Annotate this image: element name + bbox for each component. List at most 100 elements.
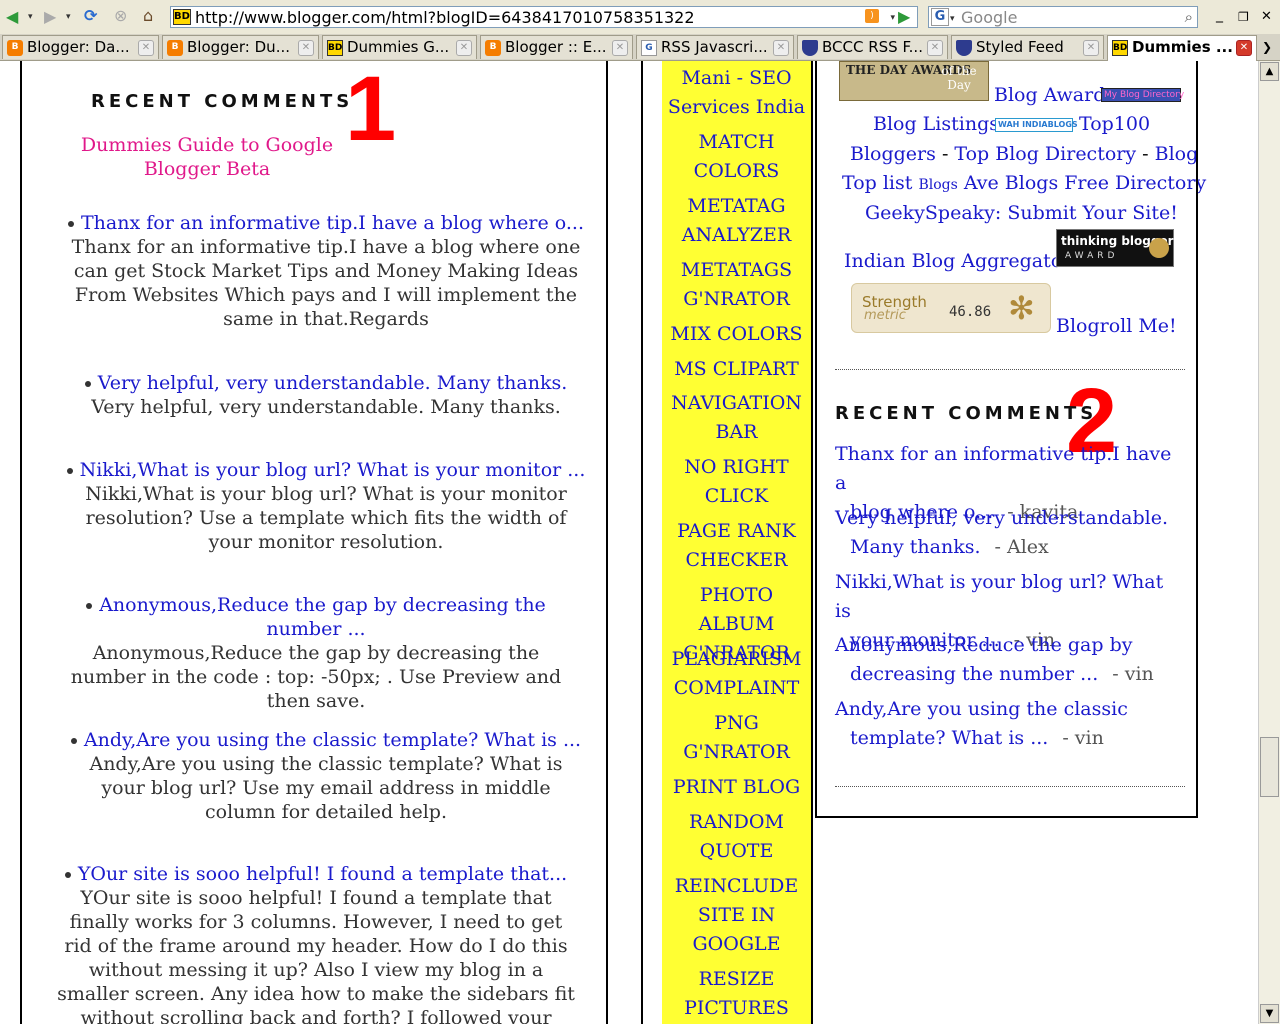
geekyspeaky-link[interactable]: GeekySpeaky: Submit Your Site! [865,199,1178,228]
indiablogs-badge[interactable]: WAH INDIABLOGS [995,118,1078,132]
reload-icon[interactable]: ⟳ [84,7,97,25]
scroll-down-button[interactable]: ▼ [1260,1004,1279,1023]
comment-link[interactable]: Very helpful, very understandable. Many … [98,372,568,394]
sidebar-link-text: METATAGS [680,259,793,281]
comment-link[interactable]: Thanx for an informative tip.I have a bl… [81,212,584,234]
url-text[interactable]: http://www.blogger.com/html?blogID=64384… [195,8,695,28]
blog-listings-link[interactable]: Blog Listings [873,110,999,139]
google-engine-icon[interactable]: G [931,8,949,26]
sidebar-link-6[interactable]: MS CLIPART [662,355,811,384]
tab-3[interactable]: BD Dummies G... ✕ [322,35,477,59]
comment-link-line1[interactable]: Anonymous,Reduce the gap by [835,631,1185,660]
comment-link[interactable]: Andy,Are you using the classic template?… [84,729,581,751]
browser-toolbar: ◀ ▾ ▶ ▾ ⟳ ⊗ ⌂ BD http://www.blogger.com/… [0,0,1280,35]
rss-feed-icon[interactable]: ) [865,9,879,23]
comment-link[interactable]: YOur site is sooo helpful! I found a tem… [78,863,567,885]
sidebar-link-7[interactable]: NAVIGATION BAR [662,389,811,447]
right-box-right-border [1196,61,1198,818]
magnifier-icon[interactable]: ⌕ [1185,8,1193,26]
bloggers-link[interactable]: Bloggers [850,143,936,165]
engine-dropdown-icon[interactable]: ▾ [950,10,955,28]
go-arrow-icon[interactable]: ▶ [898,8,910,26]
stop-icon[interactable]: ⊗ [114,7,127,25]
sidebar-link-3[interactable]: METATAG ANALYZER [662,192,811,250]
tab-6[interactable]: BCCC RSS F... ✕ [797,35,948,59]
close-tab-icon[interactable]: ✕ [773,40,789,56]
middle-right-border [811,61,813,1024]
tab-5[interactable]: G RSS Javascri... ✕ [636,35,794,59]
search-box[interactable]: G ▾ Google ⌕ [928,6,1198,28]
comment-link[interactable]: Nikki,What is your blog url? What is you… [80,459,586,481]
minimize-icon[interactable]: _ [1216,6,1223,24]
blog-link[interactable]: Blog [1155,143,1199,165]
ave-blogs-link[interactable]: Ave Blogs Free Directory [964,172,1206,194]
close-tab-icon[interactable]: ✕ [298,40,314,56]
sidebar-link-16[interactable]: RESIZE PICTURES [662,965,811,1023]
sidebar-link-8[interactable]: NO RIGHT CLICK [662,453,811,511]
close-tab-icon[interactable]: ✕ [1236,40,1252,56]
vertical-scrollbar[interactable]: ▲ ▼ [1258,61,1280,1024]
top-list-link[interactable]: Top list [842,172,912,194]
comment-link-line1[interactable]: Thanx for an informative tip.I have a [835,440,1185,498]
blog-award-link[interactable]: Blog Award [994,81,1105,110]
shield-favicon-icon [956,40,972,56]
comment-link[interactable]: Anonymous,Reduce the gap by decreasing t… [99,594,546,640]
comment-link-text[interactable]: decreasing the number ... [850,663,1098,685]
my-blog-directory-badge[interactable]: My Blog Directory [1101,88,1184,102]
top100-link[interactable]: Top100 [1079,110,1150,139]
tab-2[interactable]: B Blogger: Du... ✕ [162,35,319,59]
blogroll-me-link[interactable]: Blogroll Me! [1056,312,1177,341]
award-badge-image[interactable]: THE DAY AWARDS of the Day [839,61,989,101]
sidebar-link-5[interactable]: MIX COLORS [662,320,811,349]
sidebar-link-12[interactable]: PNG G'NRATOR [662,709,811,767]
tab-1[interactable]: B Blogger: Da... ✕ [2,35,159,59]
strength-metric-badge[interactable]: Strength metric 46.86 ✻ [851,283,1051,333]
close-tab-icon[interactable]: ✕ [927,40,943,56]
sidebar-link-13[interactable]: PRINT BLOG [662,773,811,802]
scrollbar-thumb[interactable] [1260,737,1279,797]
close-window-icon[interactable]: ✕ [1261,8,1272,26]
sidebar-link-2[interactable]: MATCH COLORS [662,128,811,186]
tab-4[interactable]: B Blogger :: E... ✕ [480,35,633,59]
forward-dropdown-icon[interactable]: ▾ [66,8,71,26]
close-tab-icon[interactable]: ✕ [138,40,154,56]
tab-7[interactable]: Styled Feed ✕ [951,35,1104,59]
comment-link-line1[interactable]: Very helpful, very understandable. [835,504,1185,533]
comment-body: Anonymous,Reduce the gap by decreasing t… [70,642,562,712]
sidebar-link-11[interactable]: PLAGIARISM COMPLAINT [662,645,811,703]
bullet-icon [64,872,71,878]
close-tab-icon[interactable]: ✕ [612,40,628,56]
comment-author: - vin [1062,727,1104,749]
sidebar-link-15[interactable]: REINCLUDE SITE IN GOOGLE [662,872,811,959]
address-bar[interactable]: BD http://www.blogger.com/html?blogID=64… [170,6,918,28]
close-tab-icon[interactable]: ✕ [1083,40,1099,56]
sidebar-link-14[interactable]: RANDOM QUOTE [662,808,811,866]
forward-arrow-icon[interactable]: ▶ [44,8,56,26]
back-arrow-icon[interactable]: ◀ [6,8,18,26]
home-icon[interactable]: ⌂ [143,7,153,25]
site-favicon: BD [173,9,191,25]
tab-scroll-right-icon[interactable]: ❯ [1262,38,1272,56]
close-tab-icon[interactable]: ✕ [456,40,472,56]
top-blog-directory-link[interactable]: Top Blog Directory [954,143,1136,165]
comment-link-line1[interactable]: Andy,Are you using the classic [835,695,1185,724]
thinking-blogger-award-badge[interactable]: thinking blogger AWARD [1056,229,1174,267]
comment-link-text[interactable]: template? What is ... [850,727,1048,749]
sidebar-link-9[interactable]: PAGE RANK CHECKER [662,517,811,575]
sidebar-link-text: COLORS [693,160,780,182]
restore-icon[interactable]: ❐ [1238,8,1249,26]
scroll-up-button[interactable]: ▲ [1260,62,1279,81]
sidebar-link-1[interactable]: Mani - SEO Services India [662,64,811,122]
metric-text: metric [864,308,906,323]
comment-link-text[interactable]: Many thanks. [850,536,981,558]
comment-link-line1[interactable]: Nikki,What is your blog url? What is [835,568,1185,626]
url-dropdown-icon[interactable]: ▾ [890,9,895,27]
search-placeholder[interactable]: Google [961,8,1017,28]
tab-8[interactable]: BD Dummies ... ✕ [1107,35,1257,61]
back-dropdown-icon[interactable]: ▾ [28,8,33,26]
indian-blog-aggregator-link[interactable]: Indian Blog Aggregator [844,247,1071,276]
blogs-small-link[interactable]: Blogs [918,177,957,193]
sidebar-link-4[interactable]: METATAGS G'NRATOR [662,256,811,314]
comment-link-line2: template? What is ... - vin [835,724,1185,753]
feed-title-link[interactable]: Dummies Guide to Google Blogger Beta [46,133,368,181]
